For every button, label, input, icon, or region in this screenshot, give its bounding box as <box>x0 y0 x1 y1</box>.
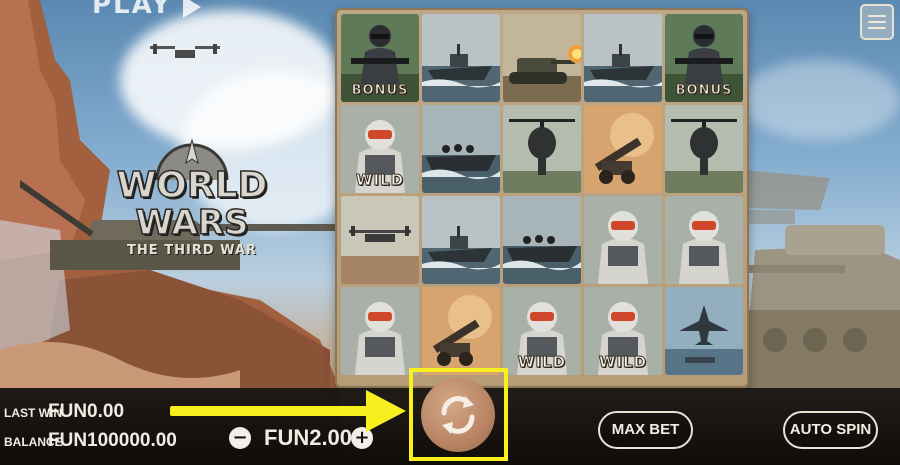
reel-symbol-helicopter <box>665 105 743 193</box>
symbol-label-bonus: BONUS <box>351 83 409 99</box>
reel-symbol-soldier-rifle: BONUS <box>341 14 419 102</box>
reel-symbol-armored-soldier <box>584 196 662 284</box>
hamburger-icon <box>868 21 886 23</box>
reel-symbol-armored-soldier: WILD <box>341 105 419 193</box>
reel-symbol-drone <box>341 196 419 284</box>
logo-subtitle: THE THIRD WAR <box>127 243 257 258</box>
decrease-bet-button[interactable]: − <box>229 427 251 449</box>
artillery-icon <box>422 287 500 375</box>
armored-soldier-icon <box>584 196 662 284</box>
troop-boat-icon <box>422 105 500 193</box>
logo-title-line2: WARS <box>135 202 249 244</box>
reel-symbol-armored-soldier: WILD <box>503 287 581 375</box>
tank-firing-icon <box>503 14 581 102</box>
reel-grid: BONUS BONUS WILD WILD WILD <box>341 14 743 375</box>
cloud <box>740 60 900 140</box>
symbol-label-wild: WILD <box>598 353 648 372</box>
arrow-head-icon <box>366 390 406 432</box>
armored-soldier-icon <box>341 287 419 375</box>
reel-symbol-jet-fighter <box>665 287 743 375</box>
symbol-label-wild: WILD <box>517 353 567 372</box>
drone-icon <box>150 44 220 65</box>
balance-value: FUN100000.00 <box>48 430 177 451</box>
hamburger-icon <box>868 15 886 17</box>
helicopter-icon <box>665 105 743 193</box>
armored-soldier-icon <box>665 196 743 284</box>
tank-silhouette <box>745 170 900 390</box>
patrol-boat-icon <box>422 14 500 102</box>
reel-symbol-tank-firing <box>503 14 581 102</box>
last-win-value: FUN0.00 <box>48 401 125 422</box>
pointer-arrow <box>170 406 370 416</box>
artillery-icon <box>584 105 662 193</box>
bet-value: FUN2.00 <box>264 425 353 450</box>
play-overlay-text: PLAY <box>92 0 173 20</box>
drone-icon <box>341 196 419 284</box>
spin-highlight-box <box>409 368 508 461</box>
reel-symbol-troop-boat <box>422 105 500 193</box>
reel-symbol-patrol-boat <box>422 196 500 284</box>
hamburger-icon <box>868 27 886 29</box>
logo-title-line1: WORLD <box>116 164 268 207</box>
reel-symbol-artillery <box>422 287 500 375</box>
game-background: PLAY WORLD WARS THE THIRD WAR BONUS BONUS… <box>0 0 900 465</box>
reel-symbol-patrol-boat <box>422 14 500 102</box>
helicopter-icon <box>503 105 581 193</box>
troop-boat-icon <box>503 196 581 284</box>
patrol-boat-icon <box>584 14 662 102</box>
jet-fighter-icon <box>665 287 743 375</box>
reel-symbol-soldier-rifle: BONUS <box>665 14 743 102</box>
game-logo: WORLD WARS THE THIRD WAR <box>112 135 272 275</box>
reel-symbol-troop-boat <box>503 196 581 284</box>
reel-symbol-patrol-boat <box>584 14 662 102</box>
symbol-label-bonus: BONUS <box>675 83 733 99</box>
reel-symbol-artillery <box>584 105 662 193</box>
patrol-boat-icon <box>422 196 500 284</box>
reel-symbol-armored-soldier <box>341 287 419 375</box>
max-bet-button[interactable]: MAX BET <box>598 411 693 449</box>
reel-symbol-armored-soldier: WILD <box>584 287 662 375</box>
symbol-label-wild: WILD <box>355 171 405 190</box>
reel-symbol-armored-soldier <box>665 196 743 284</box>
reel-symbol-helicopter <box>503 105 581 193</box>
menu-button[interactable] <box>860 4 894 40</box>
reel-frame: BONUS BONUS WILD WILD WILD <box>335 8 749 388</box>
auto-spin-button[interactable]: AUTO SPIN <box>783 411 878 449</box>
play-icon <box>183 0 201 18</box>
